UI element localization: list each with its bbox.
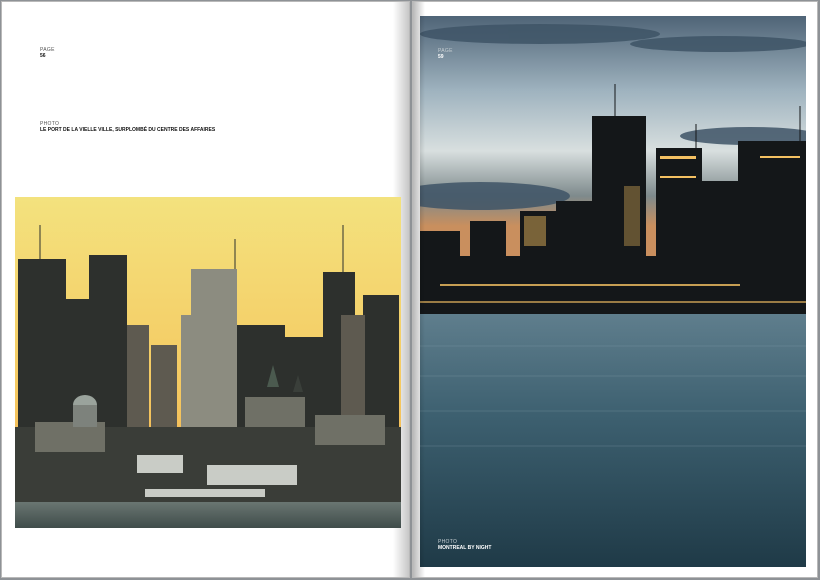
right-gutter-shadow: [413, 2, 425, 577]
left-page-number-block: PAGE 56: [40, 47, 55, 60]
old-port-photo-image: [15, 197, 401, 528]
left-page: PAGE 56 PHOTO LE PORT DE LA VIELLE VILLE…: [1, 1, 410, 578]
right-page: PAGE 59 PHOTO MONTREAL BY NIGHT: [412, 1, 818, 578]
left-page-number: 56: [40, 53, 46, 59]
montreal-night-photo: PAGE 59 PHOTO MONTREAL BY NIGHT: [420, 16, 806, 567]
right-page-number: 59: [438, 54, 444, 60]
right-page-number-block: PAGE 59: [438, 48, 453, 61]
montreal-night-photo-image: [420, 16, 806, 567]
old-port-photo: [15, 197, 401, 528]
magazine-spread: PAGE 56 PHOTO LE PORT DE LA VIELLE VILLE…: [0, 0, 820, 580]
right-photo-caption-block: PHOTO MONTREAL BY NIGHT: [438, 539, 491, 552]
left-photo-caption-block: PHOTO LE PORT DE LA VIELLE VILLE, SURPLO…: [40, 121, 340, 134]
left-photo-caption: LE PORT DE LA VIELLE VILLE, SURPLOMBÉ DU…: [40, 127, 216, 133]
right-photo-caption: MONTREAL BY NIGHT: [438, 545, 492, 551]
